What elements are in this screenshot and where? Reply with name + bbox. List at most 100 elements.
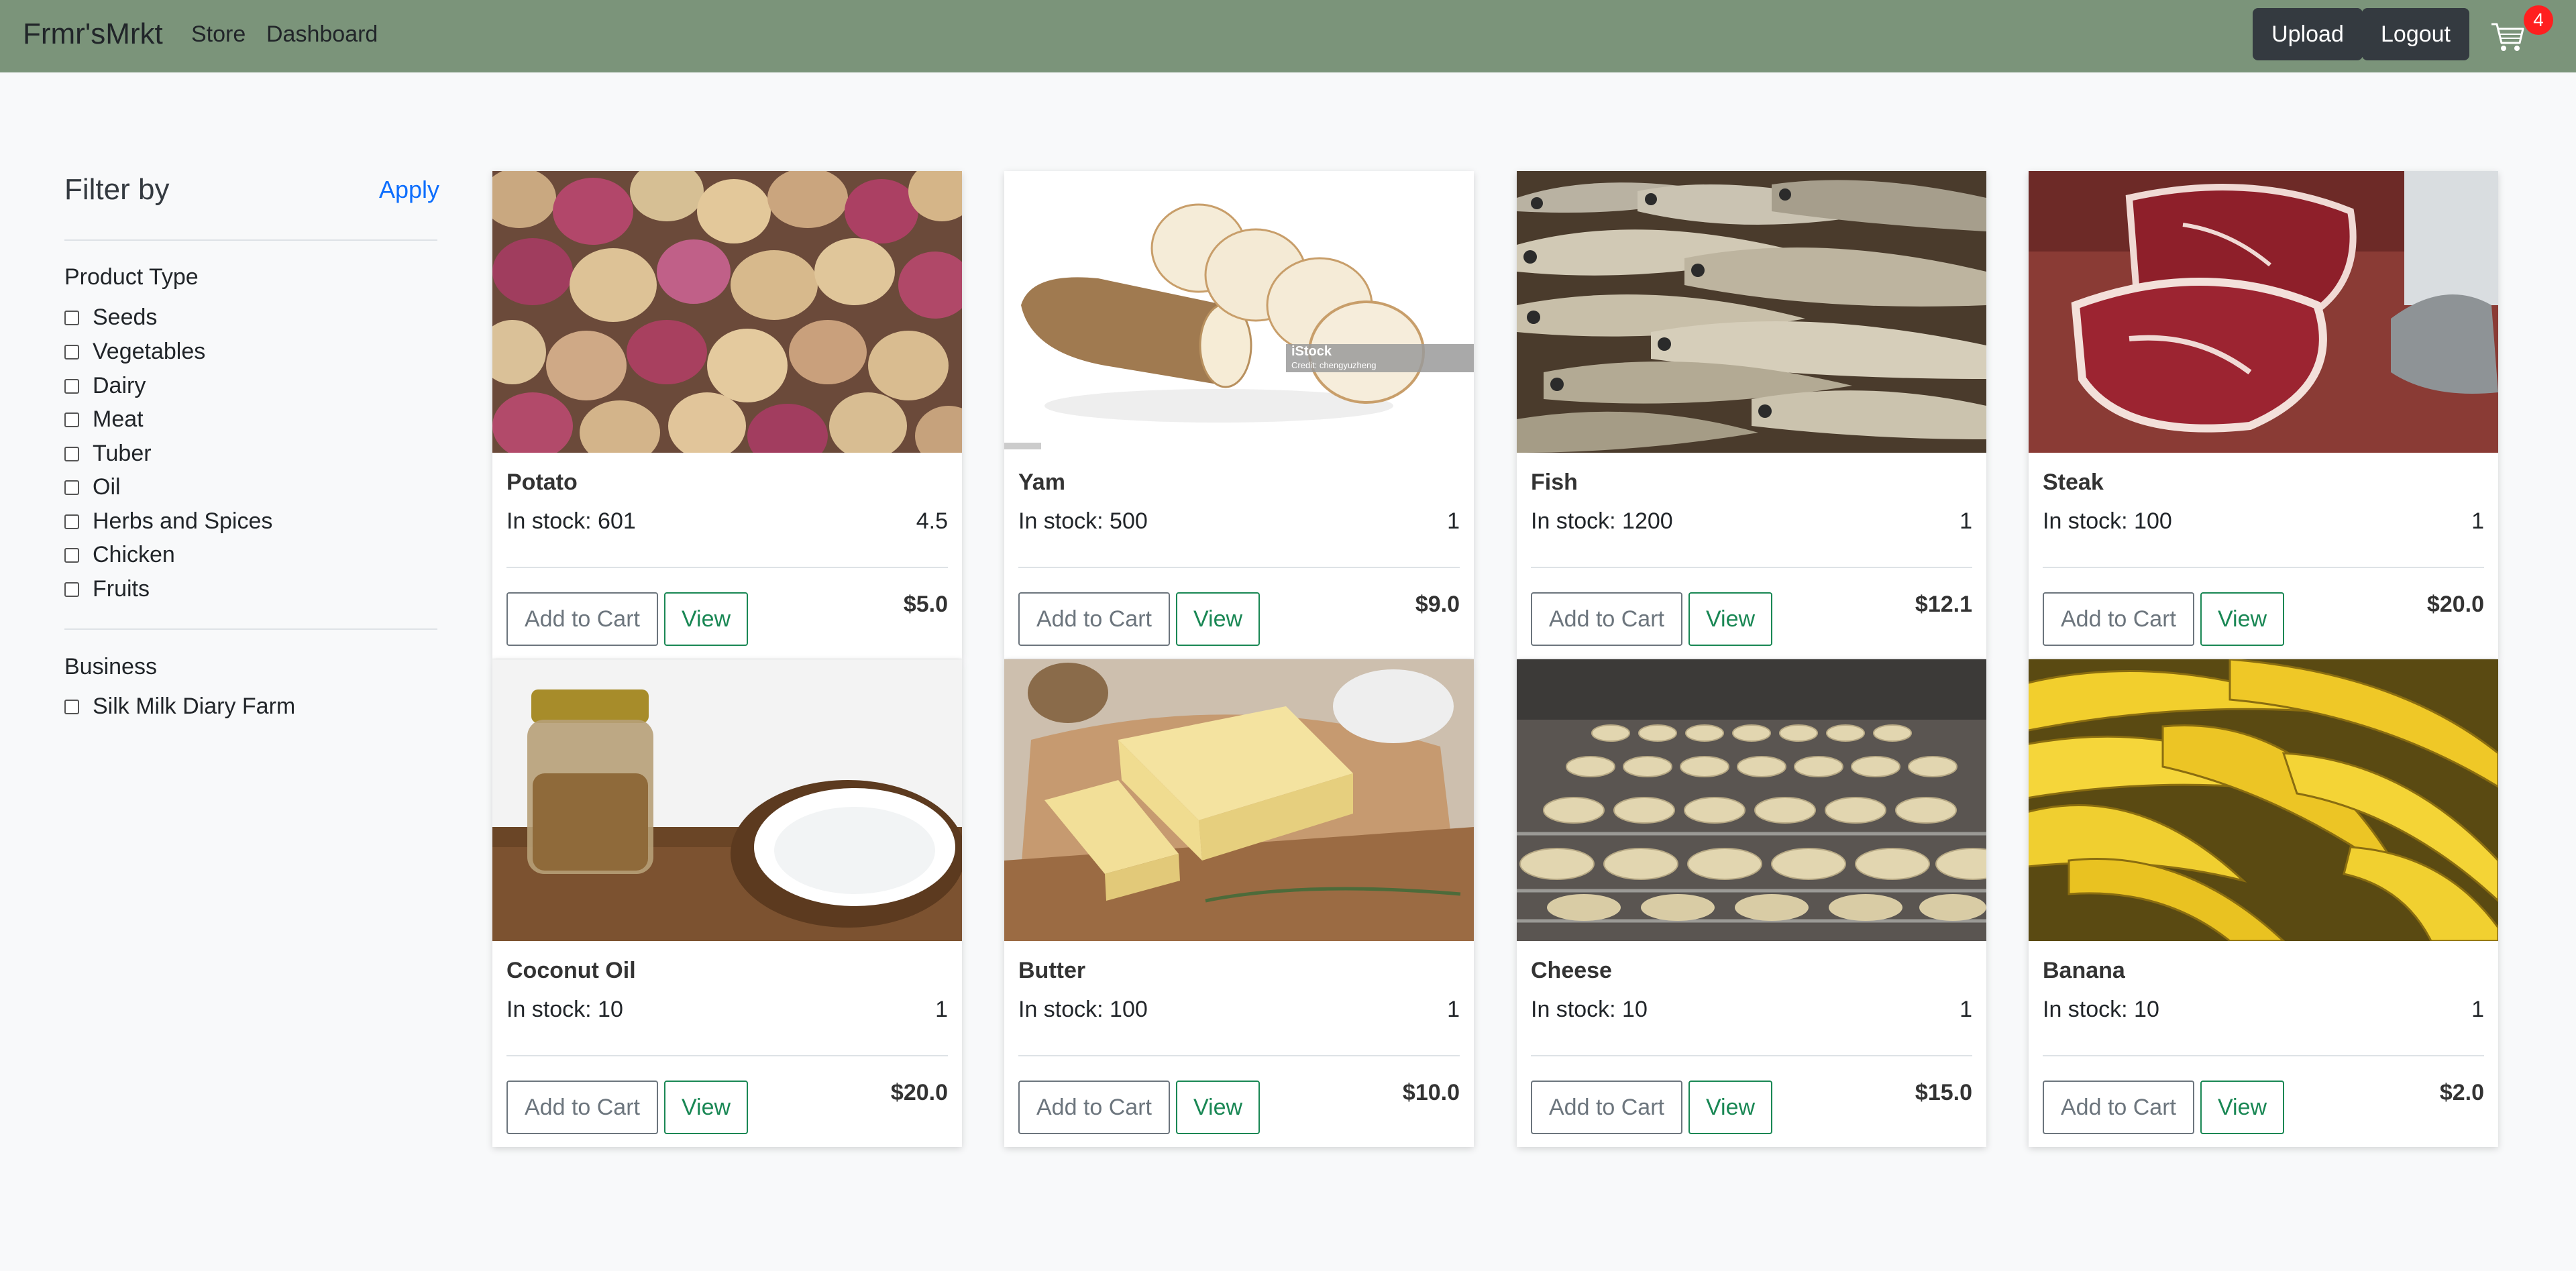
cheese-photo[interactable]	[1517, 659, 1986, 941]
checkbox[interactable]	[64, 310, 79, 325]
card-divider	[1531, 567, 1972, 568]
potatoes-photo[interactable]	[492, 171, 962, 453]
product-card-potato: Potato In stock: 601 4.5 Add to Cart Vie…	[492, 171, 962, 659]
butter-photo[interactable]	[1004, 659, 1474, 941]
product-type-title: Product Type	[64, 264, 199, 290]
logout-button[interactable]: Logout	[2362, 8, 2469, 60]
product-card-steak: Steak In stock: 100 1 Add to Cart View $…	[2029, 171, 2498, 659]
card-divider	[1018, 567, 1460, 568]
product-stock: In stock: 500	[1018, 508, 1148, 534]
add-to-cart-button[interactable]: Add to Cart	[1531, 592, 1682, 646]
checkbox[interactable]	[64, 547, 79, 563]
filter-option-chicken[interactable]: Chicken	[64, 542, 175, 568]
product-name[interactable]: Steak	[2043, 469, 2104, 496]
product-card-cheese: Cheese In stock: 10 1 Add to Cart View $…	[1517, 659, 1986, 1147]
filter-option-dairy[interactable]: Dairy	[64, 373, 146, 399]
filter-option-label: Dairy	[93, 373, 146, 398]
product-rating: 1	[2471, 508, 2484, 534]
checkbox[interactable]	[64, 514, 79, 529]
fish-photo[interactable]	[1517, 171, 1986, 453]
checkbox[interactable]	[64, 480, 79, 495]
product-name[interactable]: Fish	[1531, 469, 1578, 496]
add-to-cart-button[interactable]: Add to Cart	[2043, 1081, 2194, 1134]
card-divider	[506, 567, 948, 568]
product-name[interactable]: Potato	[506, 469, 578, 496]
checkbox[interactable]	[64, 412, 79, 427]
product-stock: In stock: 10	[1531, 997, 1648, 1022]
product-name[interactable]: Yam	[1018, 469, 1065, 496]
filter-sidebar: Filter by Apply Product Type Seeds Veget…	[43, 134, 472, 1147]
filter-option-meat[interactable]: Meat	[64, 406, 144, 433]
filter-option-label: Seeds	[93, 305, 158, 330]
filter-option-silk-milk-farm[interactable]: Silk Milk Diary Farm	[64, 694, 295, 720]
filter-option-seeds[interactable]: Seeds	[64, 305, 157, 331]
product-price: $10.0	[1402, 1080, 1460, 1105]
product-stock: In stock: 10	[2043, 997, 2159, 1022]
view-button[interactable]: View	[1176, 1081, 1260, 1134]
yam-photo[interactable]: iStock Credit: chengyuzheng	[1004, 171, 1474, 453]
product-rating: 1	[1447, 997, 1460, 1022]
add-to-cart-button[interactable]: Add to Cart	[1018, 1081, 1170, 1134]
nav-link-dashboard[interactable]: Dashboard	[266, 21, 378, 48]
checkbox[interactable]	[64, 582, 79, 597]
product-price: $12.1	[1915, 592, 1972, 617]
view-button[interactable]: View	[664, 1081, 748, 1134]
product-price: $15.0	[1915, 1080, 1972, 1105]
add-to-cart-button[interactable]: Add to Cart	[506, 1081, 658, 1134]
add-to-cart-button[interactable]: Add to Cart	[506, 592, 658, 646]
product-card-banana: Banana In stock: 10 1 Add to Cart View $…	[2029, 659, 2498, 1147]
add-to-cart-button[interactable]: Add to Cart	[2043, 592, 2194, 646]
product-rating: 1	[1447, 508, 1460, 534]
product-rating: 4.5	[916, 508, 948, 534]
nav-link-store[interactable]: Store	[191, 21, 246, 48]
image-credit: Credit: chengyuzheng	[1291, 360, 1377, 370]
product-stock: In stock: 1200	[1531, 508, 1673, 534]
view-button[interactable]: View	[1688, 1081, 1772, 1134]
product-name[interactable]: Cheese	[1531, 958, 1612, 984]
steak-photo[interactable]	[2029, 171, 2498, 453]
product-price: $2.0	[2439, 1080, 2484, 1105]
watermark-text: iStock	[1291, 344, 1332, 359]
product-card-yam: iStock Credit: chengyuzheng Yam In stock…	[1004, 171, 1474, 659]
product-name[interactable]: Banana	[2043, 958, 2125, 984]
checkbox[interactable]	[64, 344, 79, 360]
upload-button[interactable]: Upload	[2253, 8, 2363, 60]
product-rating: 1	[1960, 508, 1972, 534]
filter-option-vegetables[interactable]: Vegetables	[64, 339, 205, 365]
filter-option-oil[interactable]: Oil	[64, 474, 121, 500]
filter-option-fruits[interactable]: Fruits	[64, 576, 150, 602]
checkbox[interactable]	[64, 378, 79, 394]
filter-option-herbs[interactable]: Herbs and Spices	[64, 508, 272, 535]
filter-option-label: Oil	[93, 474, 121, 500]
card-divider	[1018, 1055, 1460, 1056]
add-to-cart-button[interactable]: Add to Cart	[1531, 1081, 1682, 1134]
product-rating: 1	[2471, 997, 2484, 1022]
coconut-oil-photo[interactable]	[492, 659, 962, 941]
brand-logo[interactable]: Frmr'sMrkt	[23, 17, 163, 51]
view-button[interactable]: View	[2200, 592, 2284, 646]
filter-option-label: Meat	[93, 406, 144, 432]
product-card-fish: Fish In stock: 1200 1 Add to Cart View $…	[1517, 171, 1986, 659]
apply-filter-link[interactable]: Apply	[379, 176, 439, 204]
product-card-coconut-oil: Coconut Oil In stock: 10 1 Add to Cart V…	[492, 659, 962, 1147]
product-price: $20.0	[890, 1080, 948, 1105]
checkbox[interactable]	[64, 446, 79, 461]
filter-title: Filter by	[64, 173, 170, 206]
product-stock: In stock: 100	[2043, 508, 2172, 534]
cart-icon[interactable]	[2489, 17, 2526, 55]
filter-option-tuber[interactable]: Tuber	[64, 441, 152, 467]
banana-photo[interactable]	[2029, 659, 2498, 941]
product-card-butter: Butter In stock: 100 1 Add to Cart View …	[1004, 659, 1474, 1147]
view-button[interactable]: View	[1688, 592, 1772, 646]
product-name[interactable]: Butter	[1018, 958, 1085, 984]
product-name[interactable]: Coconut Oil	[506, 958, 636, 984]
view-button[interactable]: View	[664, 592, 748, 646]
product-rating: 1	[935, 997, 948, 1022]
add-to-cart-button[interactable]: Add to Cart	[1018, 592, 1170, 646]
checkbox[interactable]	[64, 699, 79, 714]
product-price: $9.0	[1415, 592, 1460, 617]
view-button[interactable]: View	[2200, 1081, 2284, 1134]
card-divider	[2043, 567, 2484, 568]
view-button[interactable]: View	[1176, 592, 1260, 646]
filter-divider	[64, 628, 437, 630]
